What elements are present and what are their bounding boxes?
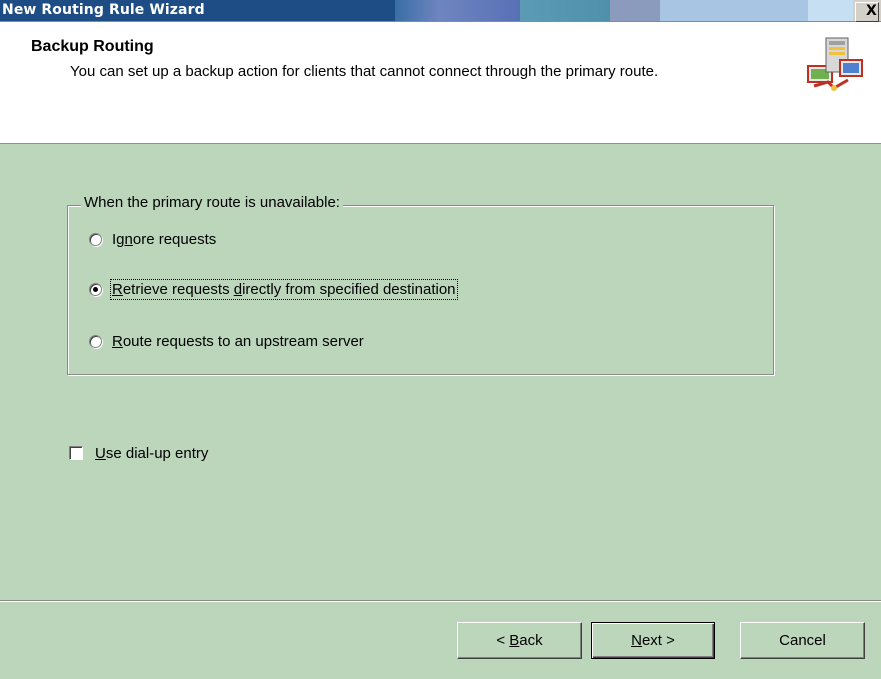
window-title: New Routing Rule Wizard <box>2 2 205 18</box>
radio-ignore-requests[interactable]: Ignore requests <box>89 228 216 250</box>
radio-route-upstream[interactable]: Route requests to an upstream server <box>89 330 364 352</box>
back-button[interactable]: < Back <box>457 622 582 659</box>
cancel-button[interactable]: Cancel <box>740 622 865 659</box>
dialup-checkbox[interactable] <box>69 446 83 460</box>
radio-button-selected[interactable] <box>89 282 102 296</box>
server-routing-icon <box>807 37 863 91</box>
footer-separator-highlight <box>0 601 881 602</box>
radio-retrieve-directly[interactable]: Retrieve requests directly from specifie… <box>89 278 458 300</box>
radio-label: Ignore requests <box>112 230 217 248</box>
radio-button[interactable] <box>89 334 102 348</box>
group-legend: When the primary route is unavailable: <box>81 194 343 211</box>
radio-label: Route requests to an upstream server <box>112 332 364 350</box>
radio-label: Retrieve requests directly from specifie… <box>110 278 458 300</box>
dialup-checkbox-row[interactable]: Use dial-up entry <box>69 442 208 464</box>
close-button[interactable]: X <box>855 2 879 22</box>
radio-button[interactable] <box>89 232 102 246</box>
next-button[interactable]: Next > <box>591 622 715 659</box>
wizard-header: Backup Routing You can set up a backup a… <box>0 22 881 144</box>
header-subtitle: You can set up a backup action for clien… <box>70 63 659 80</box>
title-bar: New Routing Rule Wizard X <box>0 0 881 22</box>
header-title: Backup Routing <box>31 38 154 55</box>
dialup-label: Use dial-up entry <box>95 444 209 462</box>
